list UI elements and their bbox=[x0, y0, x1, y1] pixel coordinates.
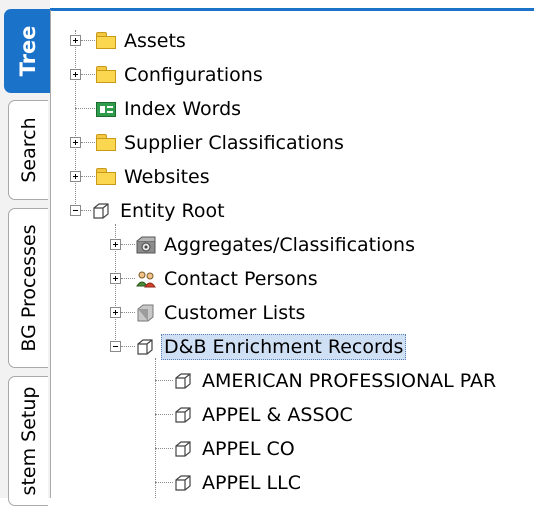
folder-icon bbox=[95, 65, 117, 85]
folder-icon bbox=[95, 31, 117, 51]
tree-line bbox=[81, 40, 95, 41]
tree-line bbox=[81, 142, 95, 143]
tree-node-label: Customer Lists bbox=[164, 302, 306, 324]
entity-cube-icon bbox=[135, 337, 157, 357]
tree-line bbox=[121, 312, 135, 313]
tab-tree[interactable]: Tree bbox=[4, 9, 50, 93]
tree-line bbox=[155, 482, 173, 483]
tab-tree-label: Tree bbox=[15, 25, 40, 77]
tab-system-setup-label: stem Setup bbox=[17, 386, 40, 496]
tree-line bbox=[155, 414, 173, 415]
tree-line bbox=[155, 380, 173, 381]
expand-toggle[interactable] bbox=[110, 239, 121, 250]
tree-node-index-words[interactable]: Index Words bbox=[95, 94, 244, 124]
tree-node-record[interactable]: AMERICAN PROFESSIONAL PAR bbox=[173, 366, 499, 396]
tab-search[interactable]: Search bbox=[8, 100, 48, 200]
tree-node-dnb-enrichment-records[interactable]: D&B Enrichment Records bbox=[135, 332, 407, 362]
tree-node-label: APPEL CO bbox=[202, 438, 295, 460]
expand-toggle[interactable] bbox=[110, 307, 121, 318]
tree-line bbox=[155, 358, 156, 498]
folder-icon bbox=[95, 167, 117, 187]
collapse-toggle[interactable] bbox=[110, 341, 121, 352]
tree-node-label: APPEL LLC bbox=[202, 472, 301, 494]
entity-cube-icon bbox=[173, 405, 195, 425]
folder-icon bbox=[95, 133, 117, 153]
tree-view[interactable]: Assets Configurations Index Words Suppli… bbox=[51, 12, 534, 498]
tree-node-label: Contact Persons bbox=[164, 268, 318, 290]
tree-node-websites[interactable]: Websites bbox=[95, 162, 213, 192]
tree-node-record[interactable]: APPEL LLC bbox=[173, 468, 304, 498]
tree-node-label: Assets bbox=[124, 30, 186, 52]
tab-bg-processes-label: BG Processes bbox=[17, 224, 40, 352]
tree-line bbox=[75, 30, 76, 212]
tree-node-label: D&B Enrichment Records bbox=[161, 334, 407, 360]
tree-node-label: APPEL & ASSOC bbox=[202, 404, 353, 426]
tree-line bbox=[75, 108, 95, 109]
tab-system-setup[interactable]: stem Setup bbox=[8, 376, 48, 506]
tree-node-configurations[interactable]: Configurations bbox=[95, 60, 266, 90]
tree-line bbox=[121, 278, 135, 279]
tree-node-record[interactable]: APPEL CO bbox=[173, 434, 298, 464]
active-tab-accent-line bbox=[50, 8, 534, 11]
entity-cube-icon bbox=[173, 439, 195, 459]
entity-cube-icon bbox=[173, 473, 195, 493]
tree-node-entity-root[interactable]: Entity Root bbox=[91, 196, 228, 226]
entity-cube-icon bbox=[91, 201, 113, 221]
tab-bg-processes[interactable]: BG Processes bbox=[8, 208, 48, 368]
tree-line bbox=[81, 176, 95, 177]
tree-line bbox=[121, 346, 135, 347]
side-tab-strip: Tree Search BG Processes stem Setup bbox=[0, 0, 50, 506]
tree-node-label: Configurations bbox=[124, 64, 263, 86]
tree-node-label: Websites bbox=[124, 166, 210, 188]
tree-node-customer-lists[interactable]: Customer Lists bbox=[135, 298, 308, 328]
tree-line bbox=[155, 448, 173, 449]
tree-line bbox=[81, 74, 95, 75]
index-words-icon bbox=[95, 99, 117, 119]
expand-toggle[interactable] bbox=[70, 69, 81, 80]
tab-search-label: Search bbox=[17, 117, 40, 183]
tree-node-label: Supplier Classifications bbox=[124, 132, 344, 154]
tree-node-label: Aggregates/Classifications bbox=[164, 234, 415, 256]
tree-line bbox=[121, 244, 135, 245]
aggregates-icon bbox=[135, 235, 157, 255]
expand-toggle[interactable] bbox=[110, 273, 121, 284]
tree-node-contact-persons[interactable]: Contact Persons bbox=[135, 264, 321, 294]
tree-node-record[interactable]: APPEL & ASSOC bbox=[173, 400, 356, 430]
tree-node-supplier-classifications[interactable]: Supplier Classifications bbox=[95, 128, 347, 158]
tree-node-assets[interactable]: Assets bbox=[95, 26, 189, 56]
entity-cube-icon bbox=[173, 371, 195, 391]
collapse-toggle[interactable] bbox=[70, 205, 81, 216]
expand-toggle[interactable] bbox=[70, 171, 81, 182]
expand-toggle[interactable] bbox=[70, 137, 81, 148]
tree-node-label: AMERICAN PROFESSIONAL PAR bbox=[202, 370, 497, 392]
tree-line bbox=[81, 210, 91, 211]
tree-node-aggregates[interactable]: Aggregates/Classifications bbox=[135, 230, 418, 260]
expand-toggle[interactable] bbox=[70, 35, 81, 46]
tree-node-label: Index Words bbox=[124, 98, 242, 120]
customer-list-icon bbox=[135, 303, 157, 323]
contact-persons-icon bbox=[135, 269, 157, 289]
tree-node-label: Entity Root bbox=[120, 200, 225, 222]
